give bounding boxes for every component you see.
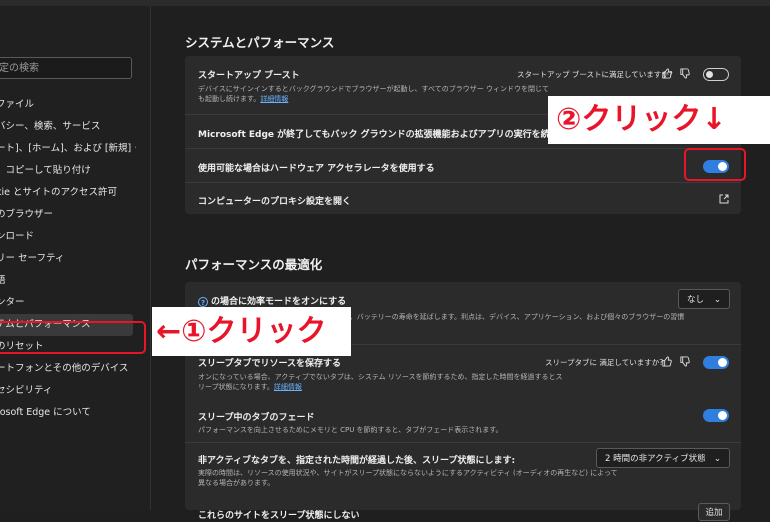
settings-main: システムとパフォーマンス スタートアップ ブースト スタートアップ ブーストに満… <box>151 6 770 521</box>
startup-boost-toggle[interactable] <box>703 68 729 81</box>
sidebar-nav-item[interactable]: ートフォンとその他のデバイス <box>0 358 136 380</box>
sidebar-nav-item[interactable]: セシビリティ <box>0 380 136 402</box>
chevron-down-icon: ⌄ <box>713 295 721 305</box>
sidebar-nav-item[interactable]: kie とサイトのアクセス許可 <box>0 182 136 204</box>
thumbs-down-icon[interactable] <box>679 356 690 367</box>
startup-boost-desc: デバイスにサインインするとバックグラウンドでブラウザーが起動し、すべてのブラウザ… <box>198 85 549 103</box>
fade-tabs-title: スリープ中のタブのフェード <box>198 413 315 423</box>
startup-feedback-question: スタートアップ ブーストに満足していますか? <box>517 70 673 79</box>
efficiency-mode-desc: で、バッテリーの寿命を延ばします。利点は、デバイス、アプリケーション、および個々… <box>343 313 685 321</box>
background-extensions-title: Microsoft Edge が終了してもバック グラウンドの拡張機能およびアプ… <box>198 130 577 140</box>
fade-tabs-desc: パフォーマンスを向上させるためにメモリと CPU を節約すると、タブがフェード表… <box>198 426 503 434</box>
sidebar-nav-item[interactable]: リー セーフティ <box>0 248 136 270</box>
sidebar-nav-item[interactable]: rosoft Edge について <box>0 402 136 424</box>
sidebar-nav-item[interactable]: バシー、検索、サービス <box>0 116 136 138</box>
sidebar-nav-item[interactable]: 語 <box>0 270 136 292</box>
sleeping-tabs-feedback-question: スリープタブに 満足していますか? <box>545 358 664 367</box>
efficiency-mode-dropdown[interactable]: なし ⌄ <box>678 289 730 309</box>
sidebar-nav-item[interactable]: ファイル <box>0 94 136 116</box>
inactive-timeout-dropdown[interactable]: 2 時間の非アクティブ状態 ⌄ <box>596 448 730 468</box>
inactive-tabs-title: 非アクティブなタブを、指定された時間が経過した後、スリープ状態にします: <box>198 456 516 466</box>
sidebar-nav-item[interactable]: ンロード <box>0 226 136 248</box>
performance-heading: パフォーマンスの最適化 <box>185 257 323 272</box>
hardware-acceleration-title: 使用可能な場合はハードウェア アクセラレータを使用する <box>198 164 435 174</box>
settings-search-input[interactable]: 定の検索 <box>0 57 132 79</box>
sleeping-tabs-desc: オンになっている場合、アクティブでないタブは、システム リソースを節約するため、… <box>198 373 563 391</box>
sidebar-nav-item[interactable]: 、コピーして貼り付け <box>0 160 136 182</box>
startup-boost-title: スタートアップ ブースト <box>198 71 300 81</box>
inactive-tabs-desc: 実際の時間は、リソースの使用状況や、サイトがスリープ状態にならないようにするアク… <box>198 469 618 487</box>
sidebar-nav-item[interactable]: ンター <box>0 292 136 314</box>
annotation-highlight-sidebar <box>0 321 146 354</box>
fade-tabs-toggle[interactable] <box>703 409 729 422</box>
external-link-icon[interactable] <box>719 194 729 204</box>
annotation-highlight-toggle <box>684 148 746 181</box>
annotation-step2-callout: ②クリック↓ <box>548 96 770 144</box>
help-icon[interactable]: ? <box>198 296 208 307</box>
sidebar-nav-item[interactable]: ート]、[ホーム]、および [新規] タブ <box>0 138 136 160</box>
annotation-step1-callout: ←①クリック <box>152 307 351 356</box>
settings-sidebar: 定の検索 ファイルバシー、検索、サービスート]、[ホーム]、および [新規] タ… <box>0 6 151 510</box>
system-heading: システムとパフォーマンス <box>185 35 335 50</box>
sleeping-tabs-toggle[interactable] <box>703 356 729 369</box>
sleeping-tabs-learn-more-link[interactable]: 詳細情報 <box>274 383 302 391</box>
startup-learn-more-link[interactable]: 詳細情報 <box>260 95 288 103</box>
proxy-settings-title[interactable]: コンピューターのプロキシ設定を開く <box>198 194 351 207</box>
add-site-button[interactable]: 追加 <box>698 503 730 521</box>
efficiency-mode-title: ? の場合に効率モードをオンにする <box>198 294 346 307</box>
sleeping-tabs-title: スリープタブでリソースを保存する <box>198 359 342 369</box>
thumbs-down-icon[interactable] <box>679 68 690 79</box>
thumbs-up-icon[interactable] <box>661 356 672 367</box>
chevron-down-icon: ⌄ <box>713 454 721 464</box>
thumbs-up-icon[interactable] <box>661 68 672 79</box>
sidebar-nav-item[interactable]: のブラウザー <box>0 204 136 226</box>
